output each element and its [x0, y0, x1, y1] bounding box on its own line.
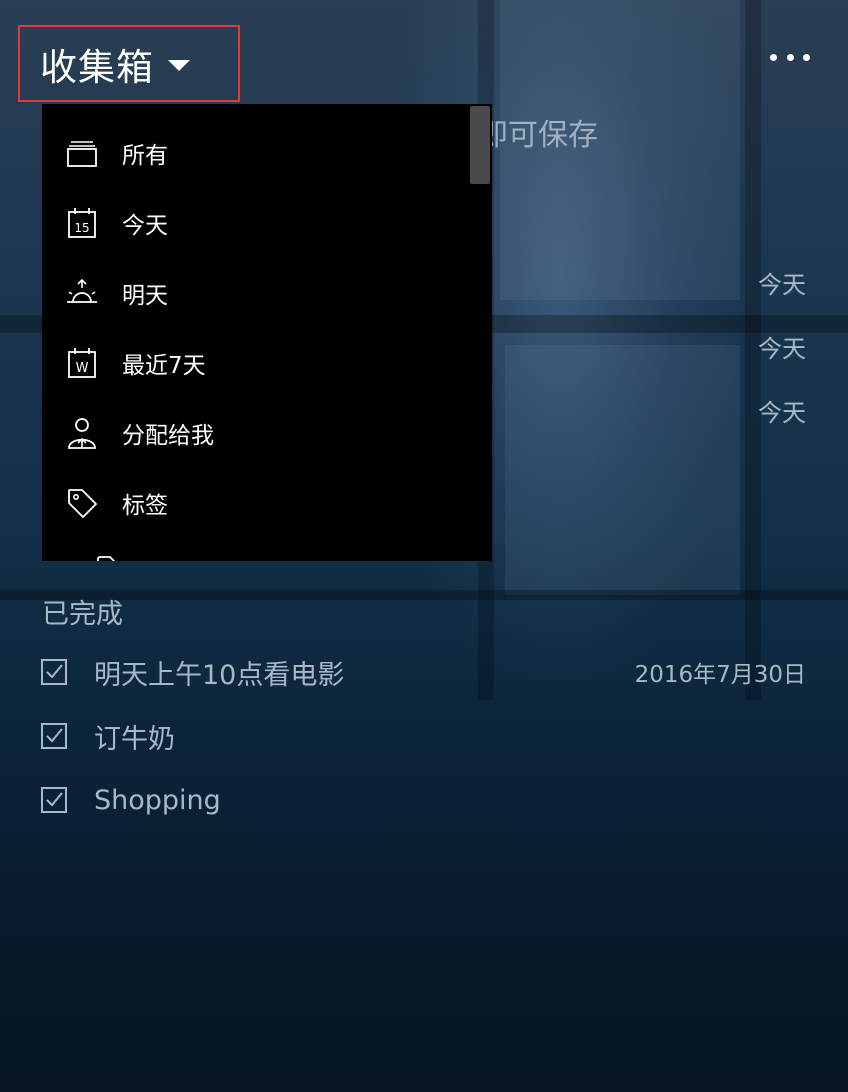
task-title: 订牛奶 — [94, 723, 175, 755]
completed-task-row[interactable]: 订牛奶 — [40, 714, 806, 758]
task-title: Shopping — [94, 784, 221, 816]
list-selector-button[interactable]: 收集箱 — [18, 25, 240, 102]
svg-text:15: 15 — [74, 221, 89, 235]
menu-item-next-7-days[interactable]: W 最近7天 — [42, 335, 472, 391]
more-options-button[interactable] — [766, 46, 814, 68]
more-horizontal-icon — [770, 53, 777, 61]
menu-scrollbar[interactable] — [470, 106, 490, 184]
completed-task-row[interactable]: Shopping — [40, 778, 806, 822]
completed-task-row[interactable]: 明天上午10点看电影 2016年7月30日 — [40, 650, 806, 694]
calendar-15-icon: 15 — [68, 208, 96, 238]
list-dropdown-menu: 所有 15 今天 明天 W 最近7天 分配给我 标签 — [42, 104, 492, 561]
calendar-week-icon: W — [68, 348, 96, 378]
sunrise-icon — [67, 278, 97, 303]
menu-item-label: 最近7天 — [122, 353, 206, 379]
add-task-hint: 即可保存 — [478, 118, 598, 153]
completed-section-title: 已完成 — [42, 599, 123, 630]
tag-icon — [68, 489, 97, 518]
task-date: 今天 — [758, 335, 806, 363]
caret-down-icon — [168, 60, 190, 71]
task-date: 今天 — [758, 399, 806, 427]
clipped-menu-icon — [97, 556, 115, 561]
menu-item-label: 标签 — [122, 493, 168, 519]
list-title: 收集箱 — [40, 45, 154, 89]
menu-item-all[interactable]: 所有 — [42, 125, 472, 181]
person-assign-icon — [68, 418, 96, 449]
menu-item-today[interactable]: 15 今天 — [42, 195, 472, 251]
task-title: 明天上午10点看电影 — [94, 659, 345, 691]
inbox-stack-icon — [67, 141, 97, 167]
menu-item-assigned-to-me[interactable]: 分配给我 — [42, 405, 472, 461]
checked-checkbox-icon[interactable] — [40, 786, 68, 814]
menu-item-label: 所有 — [122, 143, 168, 169]
checked-checkbox-icon[interactable] — [40, 722, 68, 750]
menu-item-label: 明天 — [122, 283, 168, 309]
task-date: 今天 — [758, 271, 806, 299]
task-date: 2016年7月30日 — [634, 662, 806, 688]
menu-item-tomorrow[interactable]: 明天 — [42, 265, 472, 321]
menu-item-label: 今天 — [122, 213, 168, 239]
menu-item-tags[interactable]: 标签 — [42, 475, 472, 531]
menu-item-label: 分配给我 — [122, 423, 214, 449]
svg-text:W: W — [76, 361, 89, 376]
checked-checkbox-icon[interactable] — [40, 658, 68, 686]
